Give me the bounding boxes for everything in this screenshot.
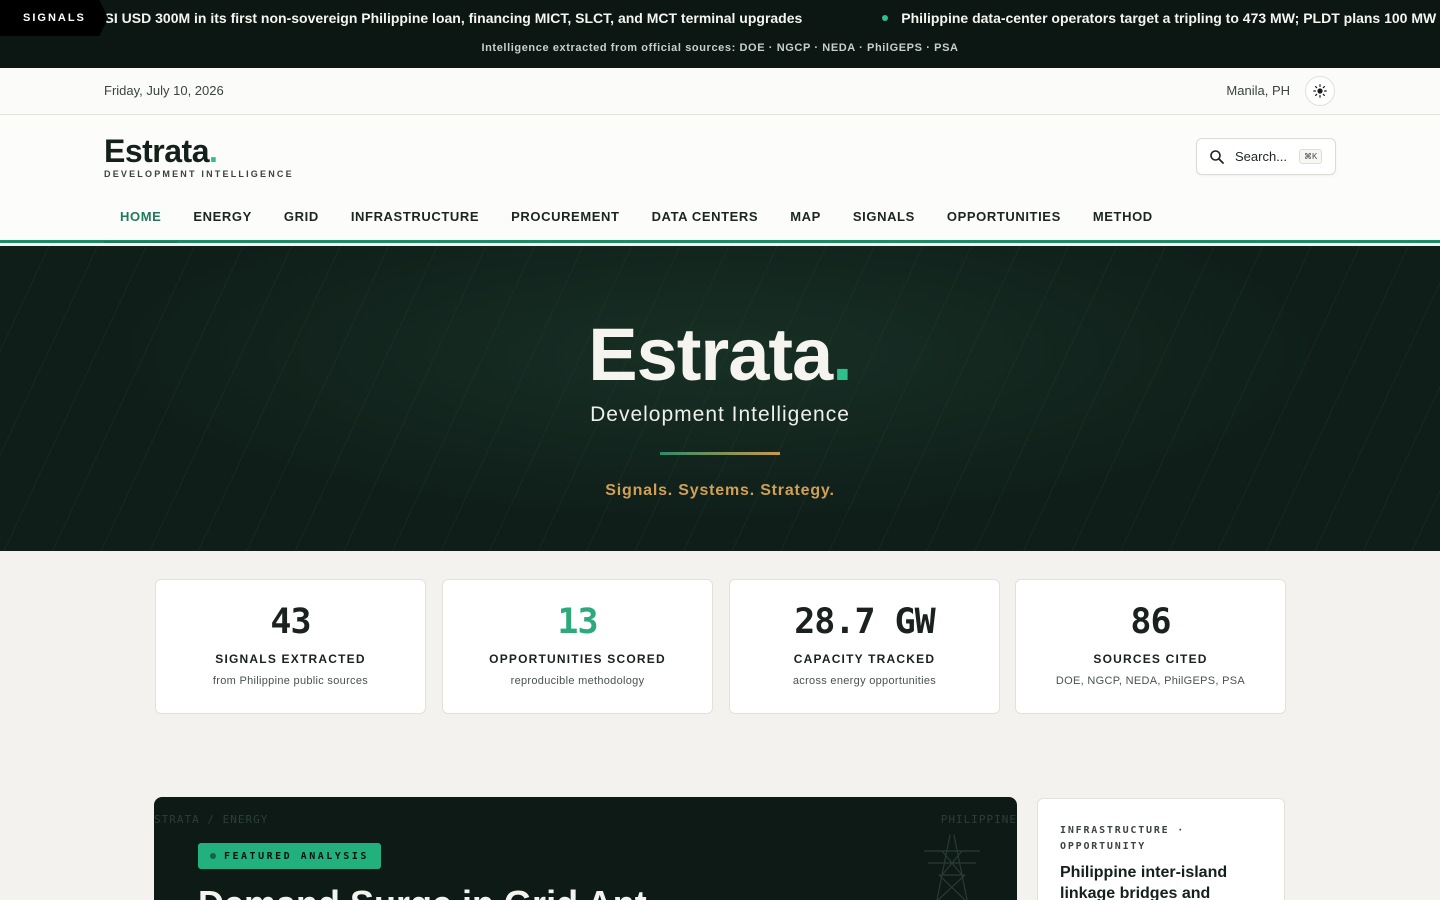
site-header: Estrata. DEVELOPMENT INTELLIGENCE Search… bbox=[0, 115, 1440, 243]
stat-card: 13 OPPORTUNITIES SCORED reproducible met… bbox=[442, 579, 713, 714]
main-nav: HOME ENERGY GRID INFRASTRUCTURE PROCUREM… bbox=[104, 199, 1169, 243]
stat-description: reproducible methodology bbox=[510, 675, 645, 687]
ticker-text: Philippine data-center operators target … bbox=[901, 10, 1440, 26]
nav-method[interactable]: METHOD bbox=[1077, 199, 1169, 243]
stat-label: OPPORTUNITIES SCORED bbox=[489, 652, 666, 666]
nav-energy[interactable]: ENERGY bbox=[177, 199, 268, 243]
search-label: Search... bbox=[1235, 149, 1288, 164]
logo-tagline: DEVELOPMENT INTELLIGENCE bbox=[104, 169, 294, 179]
ticker-item[interactable]: TSI USD 300M in its first non-sovereign … bbox=[96, 10, 802, 26]
stat-card: 43 SIGNALS EXTRACTED from Philippine pub… bbox=[155, 579, 426, 714]
transmission-tower-icon bbox=[924, 835, 980, 900]
nav-grid[interactable]: GRID bbox=[268, 199, 335, 243]
opportunity-kicker: INFRASTRUCTURE · OPPORTUNITY bbox=[1060, 825, 1186, 852]
nav-home[interactable]: HOME bbox=[104, 199, 178, 243]
stat-value: 13 bbox=[557, 602, 598, 642]
opportunity-title: Philippine inter-island linkage bridges … bbox=[1060, 864, 1228, 900]
nav-opportunities[interactable]: OPPORTUNITIES bbox=[931, 199, 1077, 243]
ticker-item[interactable]: Philippine data-center operators target … bbox=[882, 10, 1440, 26]
stat-label: CAPACITY TRACKED bbox=[793, 652, 936, 666]
hero-subtitle: Development Intelligence bbox=[590, 403, 850, 426]
sources-line: Intelligence extracted from official sou… bbox=[481, 42, 959, 54]
ticker-text: TSI USD 300M in its first non-sovereign … bbox=[96, 10, 803, 26]
hero-tagline: Signals. Systems. Strategy. bbox=[605, 482, 835, 499]
hero-divider bbox=[660, 452, 780, 455]
featured-analysis-card[interactable]: STRATA / ENERGY PHILIPPINE FEATURED ANAL… bbox=[154, 797, 1017, 900]
nav-infrastructure[interactable]: INFRASTRUCTURE bbox=[335, 199, 495, 243]
stat-value: 43 bbox=[270, 602, 311, 642]
featured-headline: Demand Surge in Grid Ant... bbox=[198, 883, 677, 900]
signals-ticker: SIGNALS TSI USD 300M in its first non-so… bbox=[0, 0, 1440, 68]
featured-region-label: PHILIPPINE bbox=[940, 813, 1017, 826]
logo-text: Estrata bbox=[104, 133, 210, 169]
nav-map[interactable]: MAP bbox=[774, 199, 837, 243]
ticker-track: TSI USD 300M in its first non-sovereign … bbox=[96, 0, 1440, 36]
ticker-badge: SIGNALS bbox=[0, 0, 108, 36]
stat-label: SIGNALS EXTRACTED bbox=[215, 652, 366, 666]
location-label: Manila, PH bbox=[1226, 83, 1290, 98]
current-date: Friday, July 10, 2026 bbox=[104, 83, 224, 98]
nav-signals[interactable]: SIGNALS bbox=[837, 199, 931, 243]
stat-value: 28.7 GW bbox=[794, 602, 936, 642]
date-bar: Friday, July 10, 2026 Manila, PH bbox=[0, 68, 1440, 115]
stat-card: 86 SOURCES CITED DOE, NGCP, NEDA, PhilGE… bbox=[1015, 579, 1286, 714]
search-button[interactable]: Search... ⌘K bbox=[1196, 138, 1336, 175]
stat-description: from Philippine public sources bbox=[212, 675, 369, 687]
bullet-icon bbox=[882, 15, 889, 21]
nav-data-centers[interactable]: DATA CENTERS bbox=[636, 199, 775, 243]
featured-badge-label: FEATURED ANALYSIS bbox=[224, 850, 369, 862]
search-shortcut: ⌘K bbox=[1299, 149, 1323, 164]
hero-title: Estrata. bbox=[588, 313, 853, 396]
stat-description: DOE, NGCP, NEDA, PhilGEPS, PSA bbox=[1055, 675, 1246, 687]
logo[interactable]: Estrata. bbox=[104, 133, 218, 170]
stat-value: 86 bbox=[1130, 602, 1171, 642]
theme-toggle-button[interactable] bbox=[1305, 76, 1335, 106]
opportunity-card[interactable]: INFRASTRUCTURE · OPPORTUNITY Philippine … bbox=[1037, 798, 1285, 900]
sun-icon bbox=[1313, 84, 1327, 98]
logo-dot: . bbox=[209, 133, 218, 169]
stat-label: SOURCES CITED bbox=[1093, 652, 1208, 666]
featured-badge: FEATURED ANALYSIS bbox=[198, 843, 381, 869]
badge-dot-icon bbox=[210, 853, 216, 859]
stat-description: across energy opportunities bbox=[792, 675, 937, 687]
hero-title-dot: . bbox=[832, 313, 853, 396]
featured-breadcrumb: STRATA / ENERGY bbox=[154, 813, 269, 826]
nav-procurement[interactable]: PROCUREMENT bbox=[495, 199, 635, 243]
stat-card: 28.7 GW CAPACITY TRACKED across energy o… bbox=[729, 579, 1000, 714]
search-icon bbox=[1210, 149, 1224, 164]
hero-banner: Estrata. Development Intelligence Signal… bbox=[0, 246, 1440, 551]
